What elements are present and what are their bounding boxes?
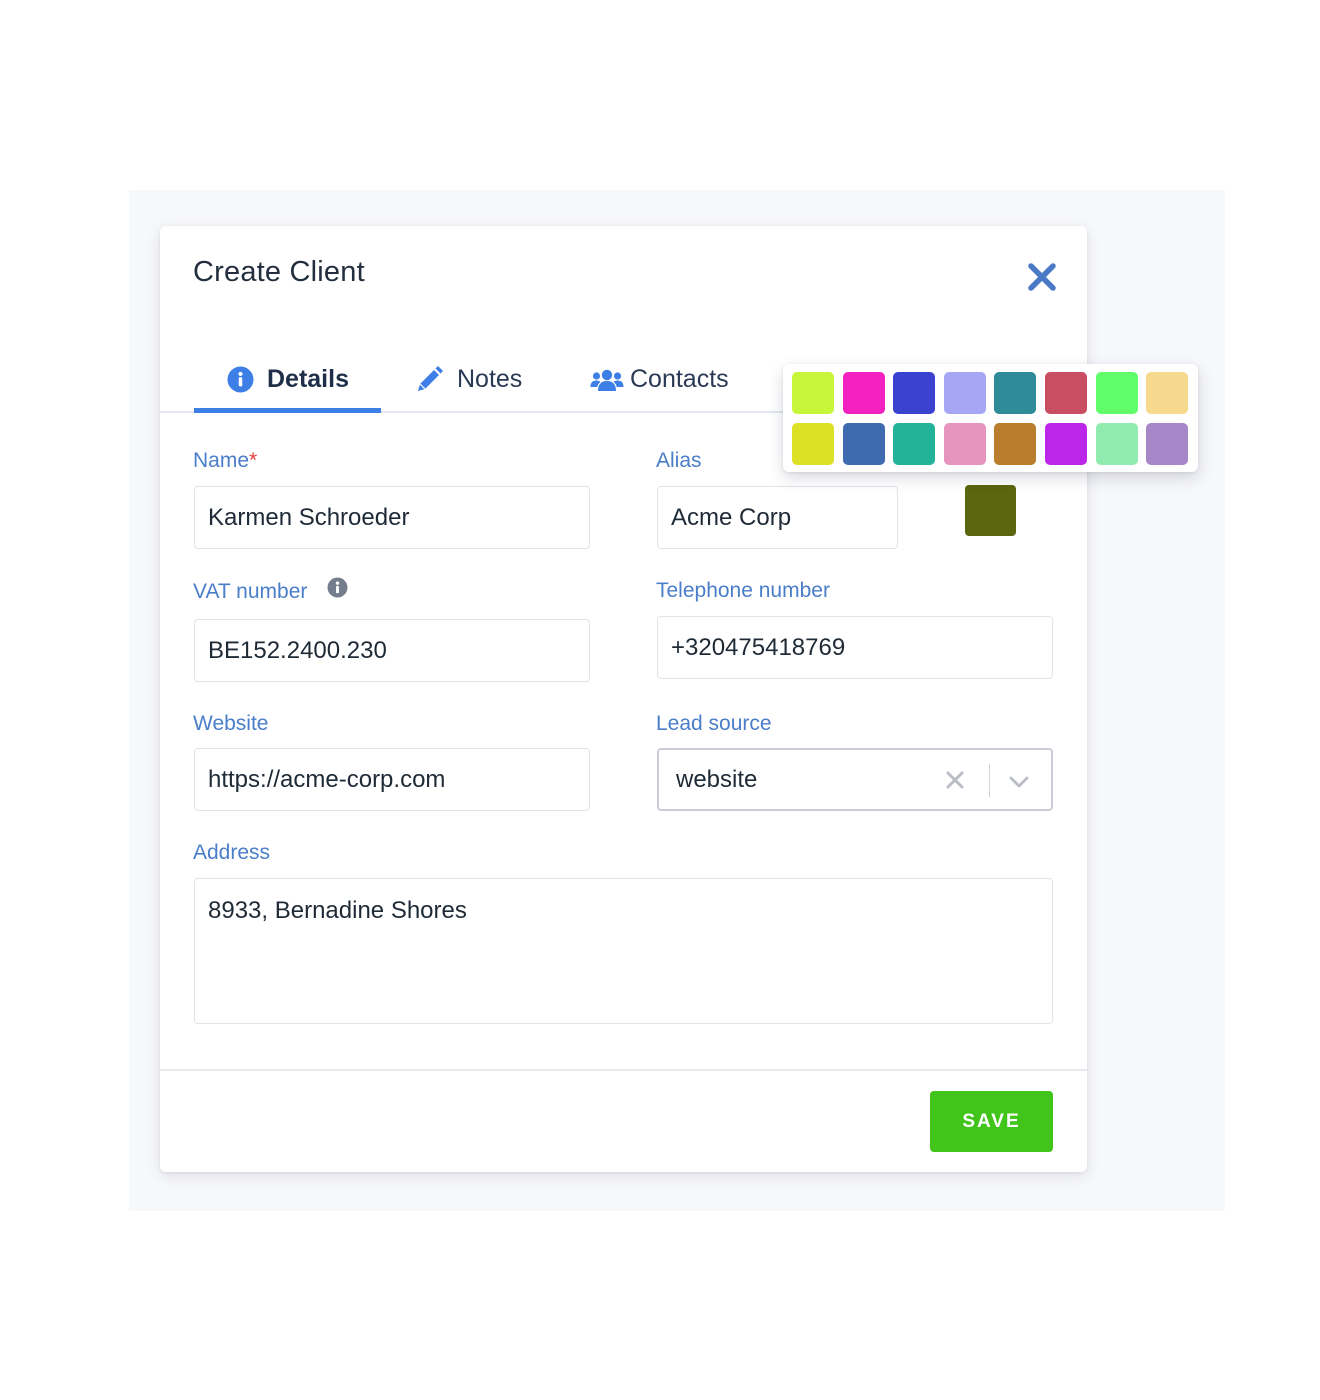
tab-details[interactable]: Details (194, 348, 381, 413)
palette-color-option[interactable] (842, 423, 885, 465)
telephone-label: Telephone number (656, 579, 830, 602)
name-input-value: Karmen Schroeder (208, 503, 410, 531)
palette-color-option[interactable] (994, 423, 1037, 465)
website-label: Website (193, 712, 269, 735)
vat-input[interactable]: BE152.2400.230 (194, 619, 590, 682)
website-input[interactable]: https://acme-corp.com (194, 748, 590, 811)
color-palette-popover (783, 364, 1198, 472)
address-textarea[interactable]: 8933, Bernadine Shores (194, 878, 1053, 1024)
alias-color-swatch[interactable] (965, 485, 1016, 536)
tab-details-label: Details (267, 365, 349, 393)
lead-source-select[interactable]: website (657, 748, 1053, 811)
telephone-input[interactable]: +320475418769 (657, 616, 1053, 679)
palette-color-option[interactable] (893, 372, 936, 414)
vat-info-icon[interactable] (327, 577, 348, 604)
palette-color-option[interactable] (994, 372, 1037, 414)
select-divider (988, 764, 990, 797)
palette-color-option[interactable] (1044, 372, 1087, 414)
palette-color-option[interactable] (943, 423, 986, 465)
palette-color-option[interactable] (943, 372, 986, 414)
alias-input[interactable]: Acme Corp (657, 486, 898, 549)
vat-label-text: VAT number (193, 580, 308, 603)
tab-notes-label: Notes (457, 365, 523, 393)
clear-x-icon[interactable] (943, 768, 967, 792)
website-input-value: https://acme-corp.com (208, 765, 446, 793)
vat-input-value: BE152.2400.230 (208, 636, 387, 664)
close-button[interactable] (1024, 259, 1060, 295)
users-icon (590, 367, 624, 393)
close-x-icon (1028, 263, 1056, 291)
save-button[interactable]: SAVE (930, 1091, 1053, 1152)
palette-color-option[interactable] (1146, 423, 1189, 465)
footer-divider (160, 1069, 1087, 1071)
dialog-title: Create Client (193, 256, 365, 288)
name-label-text: Name (193, 449, 250, 472)
telephone-input-value: +320475418769 (671, 633, 846, 661)
palette-color-option[interactable] (792, 423, 834, 465)
palette-color-option[interactable] (1044, 423, 1087, 465)
chevron-down-icon[interactable] (1007, 770, 1031, 794)
color-palette-grid (792, 372, 1189, 465)
palette-color-option[interactable] (1146, 372, 1189, 414)
info-circle-icon (227, 366, 254, 393)
address-label: Address (193, 841, 271, 864)
palette-color-option[interactable] (792, 372, 834, 414)
tab-contacts-label: Contacts (630, 365, 729, 393)
pencil-icon (414, 365, 444, 395)
tab-contacts[interactable]: Contacts (590, 348, 729, 411)
lead-source-label: Lead source (656, 712, 772, 735)
lead-source-value: website (676, 765, 758, 793)
tab-notes[interactable]: Notes (414, 348, 522, 411)
palette-color-option[interactable] (1095, 372, 1138, 414)
alias-label: Alias (656, 449, 702, 472)
required-mark: * (249, 449, 258, 472)
name-input[interactable]: Karmen Schroeder (194, 486, 590, 549)
palette-color-option[interactable] (893, 423, 936, 465)
alias-input-value: Acme Corp (671, 503, 792, 531)
palette-color-option[interactable] (1095, 423, 1138, 465)
address-value: 8933, Bernadine Shores (208, 897, 467, 924)
name-label: Name* (193, 449, 257, 473)
palette-color-option[interactable] (842, 372, 885, 414)
vat-label: VAT number (193, 577, 348, 604)
